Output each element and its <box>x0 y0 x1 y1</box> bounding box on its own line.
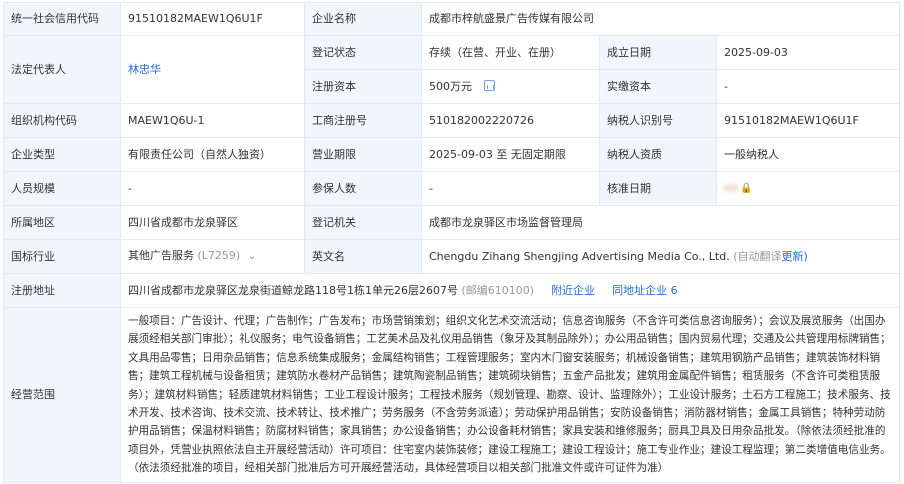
taxpayer-qual-value: 一般纳税人 <box>716 137 900 172</box>
biz-term-value: 2025-09-03 至 无固定期限 <box>421 137 600 172</box>
region-label: 所属地区 <box>3 205 121 240</box>
founded-label: 成立日期 <box>599 35 717 70</box>
industry-label: 国标行业 <box>3 239 121 274</box>
address-cell: 四川省成都市龙泉驿区龙泉街道鲸龙路118号1栋1单元26层2607号 (邮编61… <box>120 273 900 308</box>
english-name-value: Chengdu Zihang Shengjing Advertising Med… <box>429 249 730 263</box>
insured-count-value: - <box>421 171 600 206</box>
taxpayer-id-value: 91510182MAEW1Q6U1F <box>716 103 900 138</box>
same-address-count[interactable]: 6 <box>671 284 678 297</box>
company-info-table: 统一社会信用代码 91510182MAEW1Q6U1F 企业名称 成都市梓航盛景… <box>3 2 900 483</box>
org-code-label: 组织机构代码 <box>3 103 121 138</box>
insured-count-label: 参保人数 <box>304 171 422 206</box>
address-value: 四川省成都市龙泉驿区龙泉街道鲸龙路118号1栋1单元26层2607号 <box>128 283 458 297</box>
taxpayer-qual-label: 纳税人资质 <box>599 137 717 172</box>
legal-rep-cell: 林忠华 <box>120 35 305 104</box>
industry-code: (L7259) <box>197 249 241 262</box>
nearby-companies-link[interactable]: 附近企业 <box>551 284 595 297</box>
region-value: 四川省成都市龙泉驿区 <box>120 205 305 240</box>
reg-authority-label: 登记机关 <box>304 205 422 240</box>
blurred-date <box>724 185 738 191</box>
industry-cell[interactable]: 其他广告服务 (L7259) ⌄ <box>120 239 305 274</box>
reg-capital-label: 注册资本 <box>304 69 422 104</box>
reg-status-value: 存续（在营、开业、在册） <box>421 35 600 70</box>
reg-status-label: 登记状态 <box>304 35 422 70</box>
org-code-value: MAEW1Q6U-1 <box>120 103 305 138</box>
biz-term-label: 营业期限 <box>304 137 422 172</box>
credit-code-label: 统一社会信用代码 <box>3 2 121 36</box>
english-name-cell: Chengdu Zihang Shengjing Advertising Med… <box>421 239 900 274</box>
scope-label: 经营范围 <box>3 307 121 483</box>
auto-translate-note: (自动翻译 <box>733 249 782 263</box>
reg-capital-cell: 500万元 <box>421 69 600 104</box>
legal-rep-link[interactable]: 林忠华 <box>128 63 161 76</box>
credit-code-value: 91510182MAEW1Q6U1F <box>120 2 305 36</box>
company-type-label: 企业类型 <box>3 137 121 172</box>
chevron-down-icon[interactable]: ⌄ <box>248 249 256 265</box>
company-type-value: 有限责任公司（自然人独资） <box>120 137 305 172</box>
paid-capital-label: 实缴资本 <box>599 69 717 104</box>
company-name-label: 企业名称 <box>304 2 422 36</box>
scope-value: 一般项目：广告设计、代理；广告制作；广告发布；市场营销策划；组织文化艺术交流活动… <box>120 307 900 483</box>
legal-rep-label: 法定代表人 <box>3 35 121 104</box>
reg-capital-value: 500万元 <box>429 79 472 93</box>
approval-date-label: 核准日期 <box>599 171 717 206</box>
paid-capital-value: - <box>716 69 900 104</box>
chart-icon[interactable] <box>483 79 495 91</box>
staff-size-value: - <box>120 171 305 206</box>
postcode: (邮编610100) <box>461 283 535 297</box>
company-name-value: 成都市梓航盛景广告传媒有限公司 <box>421 2 900 36</box>
biz-reg-no-label: 工商注册号 <box>304 103 422 138</box>
staff-size-label: 人员规模 <box>3 171 121 206</box>
founded-value: 2025-09-03 <box>716 35 900 70</box>
biz-reg-no-value: 510182002220726 <box>421 103 600 138</box>
taxpayer-id-label: 纳税人识别号 <box>599 103 717 138</box>
same-address-link[interactable]: 同地址企业 <box>612 284 667 297</box>
update-translation-link[interactable]: 更新) <box>782 250 808 263</box>
lock-icon[interactable]: 🔒 <box>740 181 752 197</box>
english-name-label: 英文名 <box>304 239 422 274</box>
reg-authority-value: 成都市龙泉驿区市场监督管理局 <box>421 205 900 240</box>
industry-value: 其他广告服务 <box>128 249 194 262</box>
address-label: 注册地址 <box>3 273 121 308</box>
approval-date-cell: 🔒 <box>716 171 900 206</box>
